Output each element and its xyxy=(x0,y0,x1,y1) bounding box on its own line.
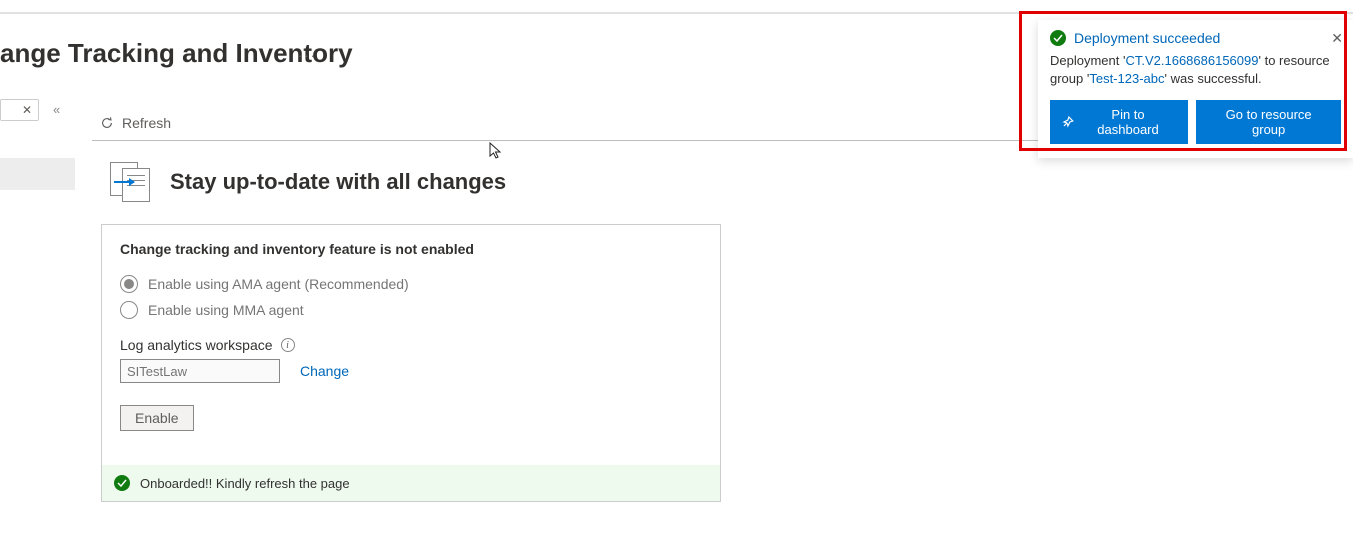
pin-icon xyxy=(1062,116,1074,128)
close-icon[interactable]: ✕ xyxy=(1331,30,1343,47)
radio-ama[interactable]: Enable using AMA agent (Recommended) xyxy=(120,275,702,293)
pin-label: Pin to dashboard xyxy=(1080,107,1177,137)
deployment-notification: Deployment succeeded ✕ Deployment 'CT.V2… xyxy=(1038,20,1353,158)
success-check-icon xyxy=(114,475,130,491)
collapse-nav-icon[interactable]: « xyxy=(53,102,60,117)
go-to-resource-group-button[interactable]: Go to resource group xyxy=(1196,100,1341,144)
close-panel-button[interactable]: ✕ xyxy=(0,99,39,121)
radio-icon xyxy=(120,275,138,293)
change-tracking-icon xyxy=(110,162,152,202)
change-workspace-link[interactable]: Change xyxy=(300,363,349,379)
radio-mma[interactable]: Enable using MMA agent xyxy=(120,301,702,319)
card-heading: Change tracking and inventory feature is… xyxy=(120,241,702,257)
info-icon[interactable]: i xyxy=(281,338,295,352)
resource-group-link[interactable]: Test-123-abc xyxy=(1089,71,1164,86)
onboarded-message: Onboarded!! Kindly refresh the page xyxy=(140,476,350,491)
notification-body: Deployment 'CT.V2.1668686156099' to reso… xyxy=(1050,52,1341,88)
goto-label: Go to resource group xyxy=(1208,107,1329,137)
radio-mma-label: Enable using MMA agent xyxy=(148,302,304,318)
radio-icon xyxy=(120,301,138,319)
close-icon: ✕ xyxy=(22,103,32,117)
refresh-icon xyxy=(100,116,114,130)
radio-ama-label: Enable using AMA agent (Recommended) xyxy=(148,276,409,292)
law-label: Log analytics workspace xyxy=(120,337,273,353)
pin-to-dashboard-button[interactable]: Pin to dashboard xyxy=(1050,100,1188,144)
success-check-icon xyxy=(1050,30,1066,46)
enable-card: Change tracking and inventory feature is… xyxy=(101,224,721,502)
hero-heading: Stay up-to-date with all changes xyxy=(170,169,506,195)
page-title-actions[interactable]: ··· xyxy=(298,48,317,63)
refresh-button[interactable]: Refresh xyxy=(100,115,171,131)
top-divider xyxy=(0,12,1353,14)
nav-selected-item[interactable] xyxy=(0,158,75,190)
enable-button[interactable]: Enable xyxy=(120,405,194,431)
deployment-link[interactable]: CT.V2.1668686156099 xyxy=(1125,53,1258,68)
notification-title[interactable]: Deployment succeeded xyxy=(1074,30,1220,46)
refresh-label: Refresh xyxy=(122,115,171,131)
law-workspace-input xyxy=(120,359,280,383)
onboarded-banner: Onboarded!! Kindly refresh the page xyxy=(102,465,720,501)
hero-section: Stay up-to-date with all changes xyxy=(110,162,506,202)
